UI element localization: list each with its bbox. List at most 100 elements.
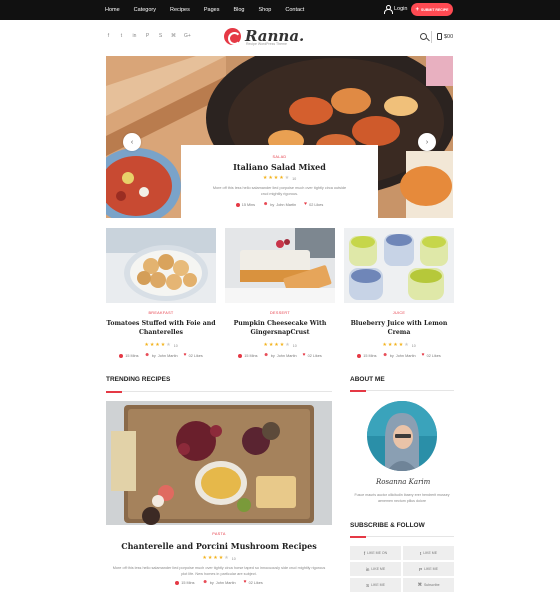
trending-time: 15 Mins <box>181 580 195 585</box>
rating-count: 10 <box>292 176 297 181</box>
card-author[interactable]: John Martin <box>396 354 416 358</box>
follow-facebook-button[interactable]: f LIKE ME ON <box>350 546 401 560</box>
star-icon: ★ <box>279 342 285 348</box>
logo-icon <box>224 28 241 45</box>
card-title[interactable]: Tomatoes Stuffed with Foie and Chanterel… <box>106 319 216 337</box>
recipe-image-cake[interactable] <box>225 228 335 303</box>
hero-author[interactable]: John Martin <box>276 203 296 207</box>
hero-category[interactable]: Salad <box>181 155 378 159</box>
skype-icon[interactable]: S <box>158 33 163 39</box>
trending-accent <box>106 391 122 393</box>
author-avatar <box>367 401 437 471</box>
card-meta: 15 Mins ☻ by John Martin ♥ 02 Likes <box>225 353 335 358</box>
nav-item-shop[interactable]: Shop <box>259 7 272 13</box>
skype-icon: S <box>366 582 370 588</box>
rating-count: 10 <box>231 556 236 561</box>
facebook-icon[interactable]: f <box>106 33 111 39</box>
hero-rating: ★ ★ ★ ★ ★ 10 <box>181 176 378 181</box>
nav-item-contact[interactable]: Contact <box>285 7 304 13</box>
subscribe-accent <box>350 536 366 538</box>
nav-item-pages[interactable]: Pages <box>204 7 220 13</box>
recipe-card[interactable]: Dessert Pumpkin Cheesecake With Gingersn… <box>225 228 335 358</box>
star-icon: ★ <box>273 175 279 181</box>
rating-count: 10 <box>411 343 416 348</box>
subscribe-label: Subscribe <box>423 583 440 587</box>
cart-button[interactable]: $00 <box>437 33 453 40</box>
star-icon: ★ <box>160 342 166 348</box>
card-category[interactable]: Dessert <box>225 311 335 315</box>
star-icon: ★ <box>284 175 290 181</box>
social-links: f t in P S ⌘ G+ <box>106 33 191 39</box>
trending-author[interactable]: John Martin <box>216 581 236 585</box>
user-icon: ☻ <box>263 201 269 207</box>
trending-category[interactable]: Pasta <box>106 532 332 536</box>
star-icon: ★ <box>224 555 229 561</box>
hero-title[interactable]: Italiano Salad Mixed <box>181 162 378 172</box>
card-time: 15 Mins <box>363 353 377 358</box>
trending-by: by <box>209 580 214 585</box>
recipe-image-cookies[interactable] <box>106 228 216 303</box>
follow-linkedin-button[interactable]: in LIKE ME <box>350 562 401 576</box>
nav-item-blog[interactable]: Blog <box>233 7 244 13</box>
subscribe-grid: f LIKE ME ON t LIKE ME in LIKE ME P LIKE ME … <box>350 546 454 592</box>
star-icon: ★ <box>263 342 268 348</box>
rss-icon[interactable]: ⌘ <box>171 33 176 39</box>
trending-likes[interactable]: 02 Likes <box>249 581 263 585</box>
rss-icon: ⌘ <box>417 582 422 587</box>
login-link[interactable]: Login <box>384 5 407 14</box>
card-likes[interactable]: 02 Likes <box>189 354 203 358</box>
card-title[interactable]: Pumpkin Cheesecake With GingersnapCrust <box>225 319 335 337</box>
rating-count: 10 <box>173 343 178 348</box>
card-category[interactable]: Breakfast <box>106 311 216 315</box>
about-heading: ABOUT ME <box>350 376 385 383</box>
heart-icon: ♥ <box>243 579 247 585</box>
card-category[interactable]: Juice <box>344 311 454 315</box>
logo-tagline: Recipe WordPress Theme <box>246 42 287 46</box>
follow-pinterest-button[interactable]: P LIKE ME <box>403 562 454 576</box>
hero-time: 15 Mins <box>241 202 256 207</box>
google-plus-icon[interactable]: G+ <box>184 33 191 39</box>
nav-item-recipes[interactable]: Recipes <box>170 7 190 13</box>
card-likes[interactable]: 02 Likes <box>308 354 322 358</box>
recipe-image-juice[interactable] <box>344 228 454 303</box>
hero-next-button[interactable]: › <box>418 133 436 151</box>
search-icon[interactable] <box>420 33 427 40</box>
trending-meta: 15 Mins ☻ by John Martin ♥ 02 Likes <box>106 580 332 585</box>
card-meta: 15 Mins ☻ by John Martin ♥ 02 Likes <box>344 353 454 358</box>
subscribe-rss-button[interactable]: ⌘ Subscribe <box>403 578 454 592</box>
card-likes[interactable]: 02 Likes <box>427 354 441 358</box>
linkedin-icon[interactable]: in <box>132 33 137 39</box>
recipe-card[interactable]: Juice Blueberry Juice with Lemon Crema ★… <box>344 228 454 358</box>
chevron-right-icon: › <box>425 138 429 146</box>
user-icon: ☻ <box>382 352 388 358</box>
nav-item-home[interactable]: Home <box>105 7 120 13</box>
star-icon: ★ <box>268 175 273 181</box>
chevron-left-icon: ‹ <box>130 138 134 146</box>
hero-likes[interactable]: 02 Likes <box>309 203 323 207</box>
submit-recipe-button[interactable]: + SUBMIT RECIPE <box>411 3 453 16</box>
card-author[interactable]: John Martin <box>277 354 297 358</box>
hero-by: by <box>270 202 275 207</box>
hero-prev-button[interactable]: ‹ <box>123 133 141 151</box>
star-icon: ★ <box>393 342 398 348</box>
trending-title[interactable]: Chanterelle and Porcini Mushroom Recipes <box>106 541 332 551</box>
author-signature: Rosanna Karim <box>376 478 431 486</box>
trending-heading: TRENDING RECIPES <box>106 376 171 383</box>
recipe-card[interactable]: Breakfast Tomatoes Stuffed with Foie and… <box>106 228 216 358</box>
card-title[interactable]: Blueberry Juice with Lemon Crema <box>344 319 454 337</box>
twitter-icon[interactable]: t <box>119 33 124 39</box>
hero-description: More off this less hello salamander lied… <box>212 186 347 196</box>
trending-image[interactable] <box>106 401 332 525</box>
follow-skype-button[interactable]: S LIKE ME <box>350 578 401 592</box>
nav-item-category[interactable]: Category <box>134 7 156 13</box>
card-time: 15 Mins <box>244 353 258 358</box>
trending-description: More off this less hello salamander lied… <box>112 566 326 576</box>
follow-twitter-button[interactable]: t LIKE ME <box>403 546 454 560</box>
follow-label: LIKE ME <box>371 583 385 587</box>
hero-meta: 15 Mins ☻ by John Martin ♥ 02 Likes <box>181 202 378 207</box>
about-accent <box>350 390 366 392</box>
clock-icon <box>175 580 180 585</box>
pinterest-icon[interactable]: P <box>145 33 150 39</box>
card-author[interactable]: John Martin <box>158 354 178 358</box>
trending-caption: Pasta Chanterelle and Porcini Mushroom R… <box>106 532 332 585</box>
